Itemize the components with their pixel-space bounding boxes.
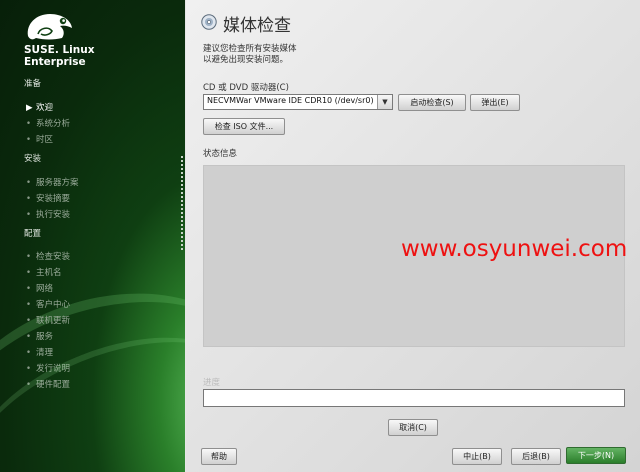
sidebar-item-system-analysis[interactable]: • 系统分析: [26, 117, 70, 129]
sidebar-item-check-install[interactable]: • 检查安装: [26, 250, 70, 262]
brand-line-2: Enterprise: [24, 56, 86, 68]
bullet-icon: •: [26, 268, 32, 278]
bullet-icon: •: [26, 348, 32, 358]
drive-select[interactable]: NECVMWar VMware IDE CDR10 (/dev/sr0) ▼: [203, 94, 393, 110]
abort-button[interactable]: 中止(B): [452, 448, 502, 465]
bullet-icon: •: [26, 119, 32, 129]
cancel-button[interactable]: 取消(C): [388, 419, 438, 436]
description-line-2: 以避免出现安装问题。: [203, 55, 289, 65]
media-check-icon: [201, 14, 217, 30]
sidebar-item-label: 服务器方案: [36, 178, 79, 188]
suse-chameleon-icon: [27, 14, 72, 40]
sidebar-item-services[interactable]: • 服务: [26, 330, 53, 342]
eject-button[interactable]: 弹出(E): [470, 94, 520, 111]
progress-bar: [203, 389, 625, 407]
sidebar-item-network[interactable]: • 网络: [26, 282, 53, 294]
brand-line-1: SUSE. Linux: [24, 44, 95, 56]
next-button[interactable]: 下一步(N): [566, 447, 626, 464]
bullet-icon: •: [26, 316, 32, 326]
sidebar-item-label: 硬件配置: [36, 380, 71, 390]
page-title: 媒体检查: [223, 16, 291, 36]
brand-name: SUSE. Linux Enterprise: [24, 44, 94, 68]
sidebar-item-online-update[interactable]: • 联机更新: [26, 314, 70, 326]
chevron-down-icon[interactable]: ▼: [377, 95, 392, 109]
sidebar-item-label: 时区: [36, 135, 54, 145]
progress-label: 进度: [203, 378, 221, 388]
back-button[interactable]: 后退(B): [511, 448, 561, 465]
sidebar-item-timezone[interactable]: • 时区: [26, 133, 53, 145]
sidebar-item-label: 欢迎: [36, 103, 54, 113]
drive-select-value: NECVMWar VMware IDE CDR10 (/dev/sr0): [207, 96, 374, 105]
help-button[interactable]: 帮助: [201, 448, 237, 465]
bullet-icon: •: [26, 380, 32, 390]
sidebar-item-label: 服务: [36, 332, 54, 342]
bullet-icon: •: [26, 364, 32, 374]
sidebar-resize-handle[interactable]: [181, 156, 183, 250]
sidebar-item-welcome[interactable]: ▶ 欢迎: [26, 101, 53, 113]
bullet-icon: •: [26, 332, 32, 342]
sidebar-item-label: 清理: [36, 348, 54, 358]
bullet-icon: •: [26, 210, 32, 220]
sidebar-item-cleanup[interactable]: • 清理: [26, 346, 53, 358]
bullet-icon: •: [26, 194, 32, 204]
sidebar-item-perform-install[interactable]: • 执行安装: [26, 208, 70, 220]
sidebar-item-label: 联机更新: [36, 316, 71, 326]
sidebar-item-install-summary[interactable]: • 安装摘要: [26, 192, 70, 204]
sidebar-section-prepare: 准备: [24, 79, 42, 89]
sidebar-item-customer-center[interactable]: • 客户中心: [26, 298, 70, 310]
triangle-right-icon: ▶: [26, 103, 33, 113]
watermark: www.osyunwei.com: [401, 236, 628, 262]
drive-label: CD 或 DVD 驱动器(C): [203, 83, 289, 93]
sidebar-item-label: 网络: [36, 284, 54, 294]
sidebar-item-label: 客户中心: [36, 300, 71, 310]
sidebar-item-hardware-config[interactable]: • 硬件配置: [26, 378, 70, 390]
sidebar-section-install: 安装: [24, 154, 42, 164]
bullet-icon: •: [26, 135, 32, 145]
bullet-icon: •: [26, 178, 32, 188]
sidebar-item-hostname[interactable]: • 主机名: [26, 266, 62, 278]
bullet-icon: •: [26, 300, 32, 310]
sidebar-item-label: 检查安装: [36, 252, 71, 262]
check-iso-button[interactable]: 检查 ISO 文件...: [203, 118, 285, 135]
sidebar-item-label: 主机名: [36, 268, 62, 278]
sidebar-item-label: 执行安装: [36, 210, 71, 220]
sidebar-item-server-scenario[interactable]: • 服务器方案: [26, 176, 79, 188]
sidebar-item-label: 系统分析: [36, 119, 71, 129]
bullet-icon: •: [26, 284, 32, 294]
sidebar-section-configure: 配置: [24, 229, 42, 239]
start-check-button[interactable]: 启动检查(S): [398, 94, 466, 111]
sidebar-item-label: 安装摘要: [36, 194, 71, 204]
sidebar: SUSE. Linux Enterprise 准备 ▶ 欢迎 • 系统分析 • 时区 …: [0, 0, 185, 472]
status-label: 状态信息: [203, 149, 238, 159]
sidebar-item-label: 发行说明: [36, 364, 71, 374]
sidebar-item-release-notes[interactable]: • 发行说明: [26, 362, 70, 374]
bullet-icon: •: [26, 252, 32, 262]
